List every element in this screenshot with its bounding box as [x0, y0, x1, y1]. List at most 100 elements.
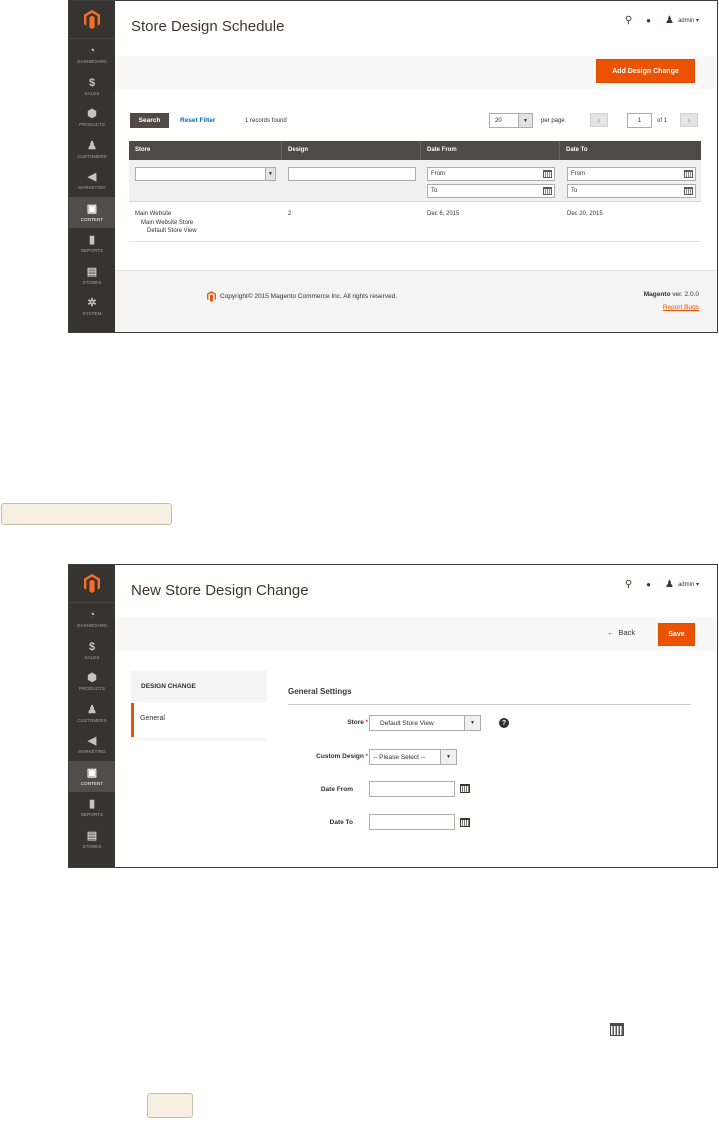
reset-filter-link[interactable]: Reset Filter	[180, 117, 215, 124]
help-icon[interactable]: ?	[499, 718, 509, 728]
section-divider	[288, 704, 691, 705]
sidebar-item-label: CONTENT	[80, 216, 104, 222]
add-design-change-button[interactable]: Add Design Change	[596, 59, 695, 83]
admin-label: admin ▾	[677, 582, 699, 588]
report-bugs-link[interactable]: Report Bugs	[663, 304, 699, 311]
column-store[interactable]: Store	[129, 141, 282, 160]
calendar-icon[interactable]	[543, 187, 552, 195]
sidebar-item-dashboard[interactable]: ◔ DASHBOARD	[69, 603, 115, 635]
store-filter-select[interactable]: ▼	[135, 167, 276, 181]
save-button[interactable]: Save	[658, 623, 695, 646]
page-of-label: of 1	[657, 118, 668, 124]
sidebar-item-label: SYSTEM	[82, 311, 102, 317]
tab-general[interactable]: General	[131, 703, 267, 737]
date-from-cell: Dec 6, 2015	[427, 211, 460, 217]
filter-from-placeholder: From	[571, 171, 585, 177]
admin-user-menu[interactable]: ♟ admin ▾	[665, 15, 699, 26]
design-filter-input[interactable]	[288, 167, 416, 181]
sidebar-item-products[interactable]: ⬢ PRODUCTS	[69, 666, 115, 698]
magento-logo[interactable]	[69, 565, 115, 603]
sidebar-item-customers[interactable]: ♟ CUSTOMERS	[69, 698, 115, 730]
dollar-icon: $	[88, 76, 96, 89]
date-to-filter-to[interactable]: To	[567, 184, 696, 198]
sidebar-item-stores[interactable]: ▤ STORES	[69, 260, 115, 292]
table-row[interactable]: Main Website Main Website Store Default …	[129, 202, 701, 242]
custom-design-select-value: -- Please Select --	[373, 753, 426, 761]
megaphone-icon: ◀	[87, 735, 97, 748]
column-date-from[interactable]: Date From	[421, 141, 560, 160]
tab-group-title: DESIGN CHANGE	[131, 671, 267, 701]
search-icon[interactable]: ⚲	[625, 579, 632, 590]
chevron-left-icon: ‹	[597, 115, 601, 125]
store-website: Main Website	[135, 211, 172, 217]
sidebar-item-label: SALES	[84, 654, 100, 660]
dashboard-icon: ◔	[88, 609, 96, 622]
store-cell: Main Website Main Website Store Default …	[135, 210, 197, 236]
store-view: Default Store View	[147, 228, 197, 234]
arrow-left-icon: ←	[607, 628, 615, 637]
store-select[interactable]: Default Store View ▼	[369, 715, 481, 731]
version-number: ver. 2.0.0	[670, 291, 699, 298]
sidebar-item-content[interactable]: ▣ CONTENT	[69, 196, 115, 228]
custom-design-select[interactable]: -- Please Select -- ▼	[369, 749, 457, 765]
version-info: Magento ver. 2.0.0	[644, 291, 699, 298]
page-number-input[interactable]: 1	[627, 113, 652, 128]
next-page-button[interactable]: ›	[680, 113, 698, 127]
per-page-label: per page	[541, 118, 565, 124]
sidebar-item-label: REPORTS	[80, 812, 104, 818]
records-found: 1 records found	[245, 118, 287, 124]
calendar-icon[interactable]	[460, 818, 470, 827]
notifications-bell-icon[interactable]: ●	[646, 16, 651, 25]
sidebar-nav: ◔ DASHBOARD $ SALES ⬢ PRODUCTS ♟ CUSTOMERS ◀ MARK…	[69, 39, 115, 323]
sidebar-item-label: MARKETING	[78, 185, 106, 191]
page-title: Store Design Schedule	[131, 18, 285, 35]
date-from-filter-from[interactable]: From	[427, 167, 555, 181]
search-icon[interactable]: ⚲	[625, 15, 632, 26]
user-icon: ♟	[665, 15, 674, 26]
column-date-to[interactable]: Date To	[560, 141, 701, 160]
column-design[interactable]: Design	[282, 141, 421, 160]
calendar-icon[interactable]	[460, 784, 470, 793]
prev-page-button[interactable]: ‹	[590, 113, 608, 127]
notifications-bell-icon[interactable]: ●	[646, 580, 651, 589]
calendar-icon[interactable]	[684, 187, 693, 195]
sidebar-item-sales[interactable]: $ SALES	[69, 635, 115, 667]
sidebar-nav: ◔ DASHBOARD $ SALES ⬢ PRODUCTS ♟ CUSTOMERS ◀ MARK…	[69, 603, 115, 855]
calendar-icon[interactable]	[684, 170, 693, 178]
admin-user-menu[interactable]: ♟ admin ▾	[665, 579, 699, 590]
chevron-down-icon: ▼	[464, 716, 480, 730]
date-to-filter-from[interactable]: From	[567, 167, 696, 181]
sidebar-item-customers[interactable]: ♟ CUSTOMERS	[69, 134, 115, 166]
date-from-input[interactable]	[369, 781, 455, 797]
page-footer: Copyright© 2015 Magento Commerce Inc. Al…	[115, 270, 717, 332]
sidebar-item-stores[interactable]: ▤ STORES	[69, 824, 115, 856]
magento-logo[interactable]	[69, 1, 115, 39]
sidebar-item-marketing[interactable]: ◀ MARKETING	[69, 729, 115, 761]
sidebar-item-label: CONTENT	[80, 780, 104, 786]
copyright-text: Copyright© 2015 Magento Commerce Inc. Al…	[220, 293, 398, 300]
dashboard-icon: ◔	[88, 45, 96, 58]
date-from-filter-to[interactable]: To	[427, 184, 555, 198]
grid-header: Store Design Date From Date To	[129, 141, 701, 160]
sidebar-item-dashboard[interactable]: ◔ DASHBOARD	[69, 39, 115, 71]
admin-label: admin ▾	[677, 18, 699, 24]
callout-box	[1, 503, 172, 525]
back-button[interactable]: ← Back	[607, 628, 635, 637]
sidebar-item-marketing[interactable]: ◀ MARKETING	[69, 165, 115, 197]
section-title: General Settings	[288, 687, 352, 696]
calendar-icon[interactable]	[543, 170, 552, 178]
per-page-select[interactable]: 20 ▼	[489, 113, 533, 128]
grid-filter-row: ▼ From To From To	[129, 160, 701, 202]
dollar-icon: $	[88, 640, 96, 653]
date-to-input[interactable]	[369, 814, 455, 830]
sidebar-item-content[interactable]: ▣ CONTENT	[69, 760, 115, 792]
sidebar-item-sales[interactable]: $ SALES	[69, 71, 115, 103]
sidebar-item-label: PRODUCTS	[78, 122, 106, 128]
sidebar-item-reports[interactable]: ▮ REPORTS	[69, 228, 115, 260]
sidebar-item-products[interactable]: ⬢ PRODUCTS	[69, 102, 115, 134]
admin-sidebar: ◔ DASHBOARD $ SALES ⬢ PRODUCTS ♟ CUSTOMERS ◀ MARK…	[69, 565, 115, 867]
sidebar-item-label: STORES	[82, 843, 102, 849]
sidebar-item-reports[interactable]: ▮ REPORTS	[69, 792, 115, 824]
search-button[interactable]: Search	[130, 113, 169, 128]
sidebar-item-system[interactable]: ✲ SYSTEM	[69, 291, 115, 323]
